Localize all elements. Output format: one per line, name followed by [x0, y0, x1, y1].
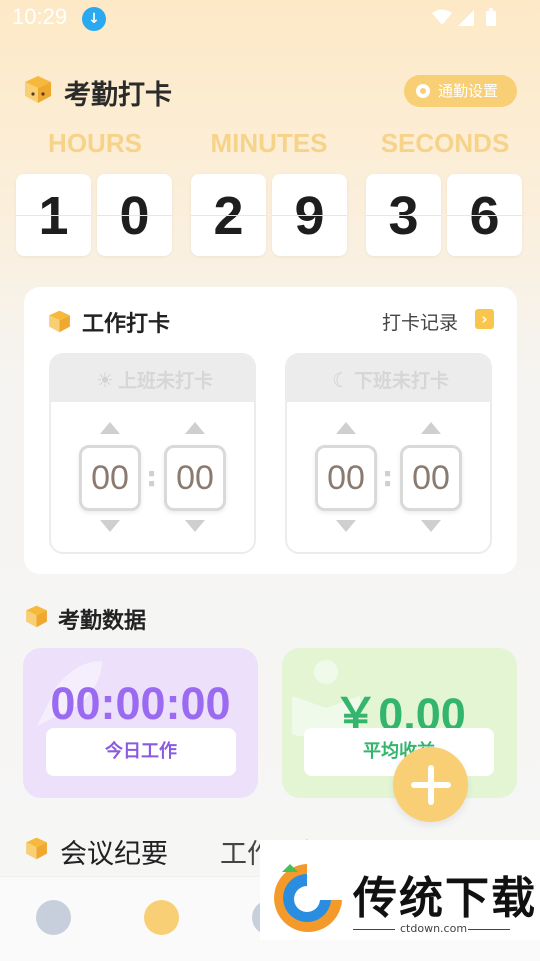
seconds-label: SECONDS — [380, 128, 510, 158]
box-icon — [26, 605, 47, 628]
app-logo-icon — [25, 76, 51, 103]
commute-settings-button[interactable]: 通勤设置 — [404, 75, 517, 107]
nav-home-icon[interactable] — [36, 900, 71, 935]
checkout-minute-up-arrow[interactable] — [421, 422, 441, 434]
work-checkin-title: 工作打卡 — [82, 312, 171, 337]
settings-button-label: 通勤设置 — [438, 82, 499, 100]
work-time-value: 00:00:00 — [50, 678, 231, 729]
add-button[interactable] — [393, 747, 468, 822]
sun-icon: ☀ — [96, 368, 114, 392]
minutes-label: MINUTES — [210, 128, 328, 158]
checkout-hour-field[interactable]: 00 — [315, 445, 377, 511]
box-icon — [26, 837, 47, 860]
settings-icon — [416, 84, 430, 98]
checkin-minute-field[interactable]: 00 — [164, 445, 226, 511]
chevron-right-icon[interactable]: › — [475, 309, 494, 329]
checkin-records-link[interactable]: 打卡记录 — [382, 308, 458, 335]
checkin-hour-down-arrow[interactable] — [100, 520, 120, 532]
second-digit-1: 3 — [366, 174, 441, 256]
hour-digit-1: 1 — [16, 174, 91, 256]
time-separator: : — [146, 460, 158, 493]
checkout-hour-down-arrow[interactable] — [336, 520, 356, 532]
wifi-icon — [432, 9, 452, 25]
watermark-brand: 传统下载 — [353, 873, 537, 924]
checkout-status-label: 下班未打卡 — [353, 370, 449, 392]
nav-notes-icon[interactable] — [144, 900, 179, 935]
time-separator: : — [382, 460, 394, 493]
box-icon — [49, 310, 70, 333]
hour-digit-2: 0 — [97, 174, 172, 256]
moon-icon: ☾ — [332, 368, 350, 392]
download-icon: ↓ — [82, 7, 106, 31]
checkin-status-label: 上班未打卡 — [117, 370, 213, 392]
battery-icon — [486, 11, 496, 26]
checkout-minute-down-arrow[interactable] — [421, 520, 441, 532]
second-digit-2: 6 — [447, 174, 522, 256]
checkout-hour-up-arrow[interactable] — [336, 422, 356, 434]
tab-meeting-minutes[interactable]: 会议纪要 — [60, 832, 168, 871]
checkin-hour-up-arrow[interactable] — [100, 422, 120, 434]
page-title: 考勤打卡 — [64, 80, 172, 111]
hours-label: HOURS — [48, 128, 142, 158]
watermark-logo-icon — [274, 864, 342, 932]
attendance-data-title: 考勤数据 — [58, 609, 147, 634]
checkin-minute-down-arrow[interactable] — [185, 520, 205, 532]
minute-digit-2: 9 — [272, 174, 347, 256]
system-status-icons — [432, 8, 496, 26]
checkin-hour-field[interactable]: 00 — [79, 445, 141, 511]
checkout-minute-field[interactable]: 00 — [400, 445, 462, 511]
minute-digit-1: 2 — [191, 174, 266, 256]
signal-icon — [458, 10, 474, 26]
today-work-label: 今日工作 — [46, 728, 236, 776]
watermark-url: ctdown.com — [400, 922, 468, 935]
status-bar: 10:29 ↓ — [0, 0, 540, 36]
checkin-minute-up-arrow[interactable] — [185, 422, 205, 434]
status-time: 10:29 — [12, 4, 68, 29]
